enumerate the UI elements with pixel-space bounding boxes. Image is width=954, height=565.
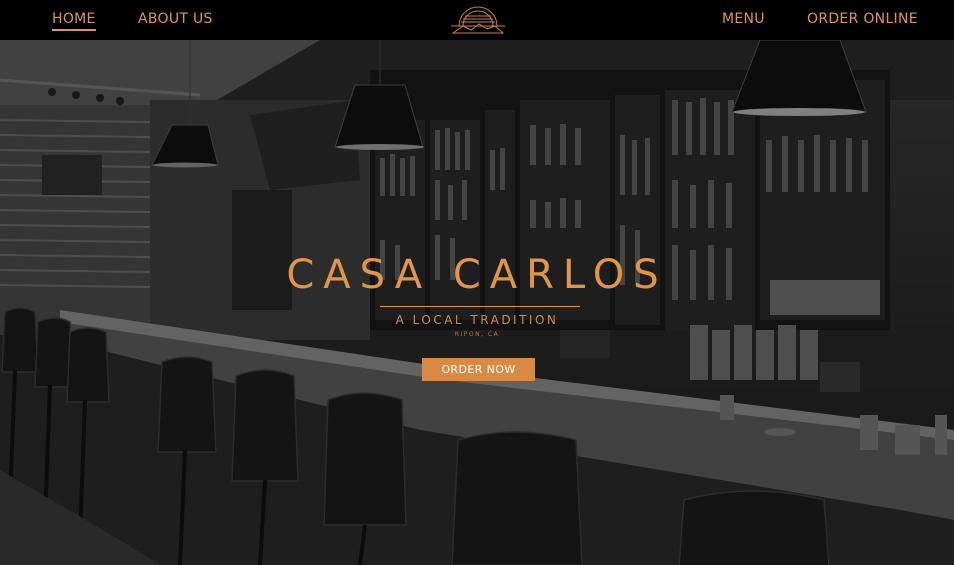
nav-about-link[interactable]: ABOUT US (138, 11, 213, 27)
title-divider (380, 306, 580, 307)
nav-order-online-link[interactable]: ORDER ONLINE (807, 11, 918, 27)
hero-section (0, 40, 954, 565)
hero-dark-overlay (0, 40, 954, 565)
hero-tagline: A LOCAL TRADITION (395, 313, 559, 327)
restaurant-logo-icon[interactable] (449, 4, 507, 36)
nav-menu-link[interactable]: MENU (722, 11, 765, 27)
order-now-button[interactable]: ORDER NOW (422, 358, 535, 381)
hero-location: RIPON, CA (454, 331, 500, 338)
top-nav: HOME ABOUT US MENU ORDER ONLINE (0, 0, 954, 40)
nav-home-link[interactable]: HOME (52, 11, 96, 31)
hero-title: CASA CARLOS (286, 252, 668, 298)
